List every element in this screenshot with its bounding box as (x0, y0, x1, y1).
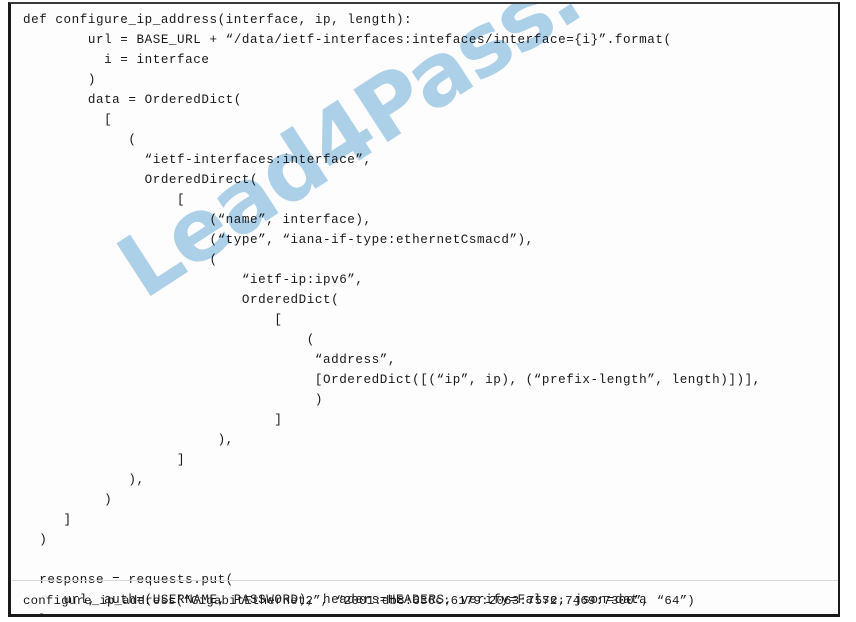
code-line: [ (23, 313, 283, 327)
screenshot-root: Lead4Pass.com def configure_ip_address(i… (0, 0, 856, 622)
code-line: } (11, 610, 838, 614)
code-line: ( (23, 253, 218, 267)
code-line: url = BASE_URL + “/data/ietf-interfaces:… (23, 33, 672, 47)
code-line: ] (23, 513, 72, 527)
code-line: data = OrderedDict( (23, 93, 242, 107)
code-line: [ (23, 193, 186, 207)
code-line: ), (23, 473, 145, 487)
section-divider (12, 580, 838, 581)
code-line: (“name”, interface), (23, 213, 372, 227)
code-line: ] (23, 453, 186, 467)
code-line: OrderedDict( (23, 293, 340, 307)
code-line: ( (23, 133, 137, 147)
code-line: i = interface (23, 53, 210, 67)
code-line: ] (23, 413, 283, 427)
code-block-inner: Lead4Pass.com def configure_ip_address(i… (11, 4, 838, 614)
function-invocation-line: configure_ip_address(“GigabitEthernet2”,… (23, 594, 695, 608)
code-line: ) (23, 73, 96, 87)
code-line: (“type”, “iana-if-type:ethernetCsmacd”), (23, 233, 534, 247)
code-line: “ietf-interfaces:interface”, (23, 153, 372, 167)
code-line: ), (23, 433, 234, 447)
code-line: ) (23, 393, 323, 407)
code-line: “address”, (23, 353, 396, 367)
code-listing: def configure_ip_address(interface, ip, … (11, 4, 838, 614)
code-line: def configure_ip_address(interface, ip, … (23, 13, 413, 27)
code-line: ( (23, 333, 315, 347)
code-line: [ (23, 113, 113, 127)
code-line: ) (23, 493, 113, 507)
code-line: “ietf-ip:ipv6”, (23, 273, 364, 287)
code-block-frame: Lead4Pass.com def configure_ip_address(i… (8, 2, 840, 617)
code-line: ) (23, 533, 48, 547)
code-line: OrderedDirect( (23, 173, 259, 187)
code-line: [OrderedDict([(“ip”, ip), (“prefix-lengt… (23, 373, 761, 387)
